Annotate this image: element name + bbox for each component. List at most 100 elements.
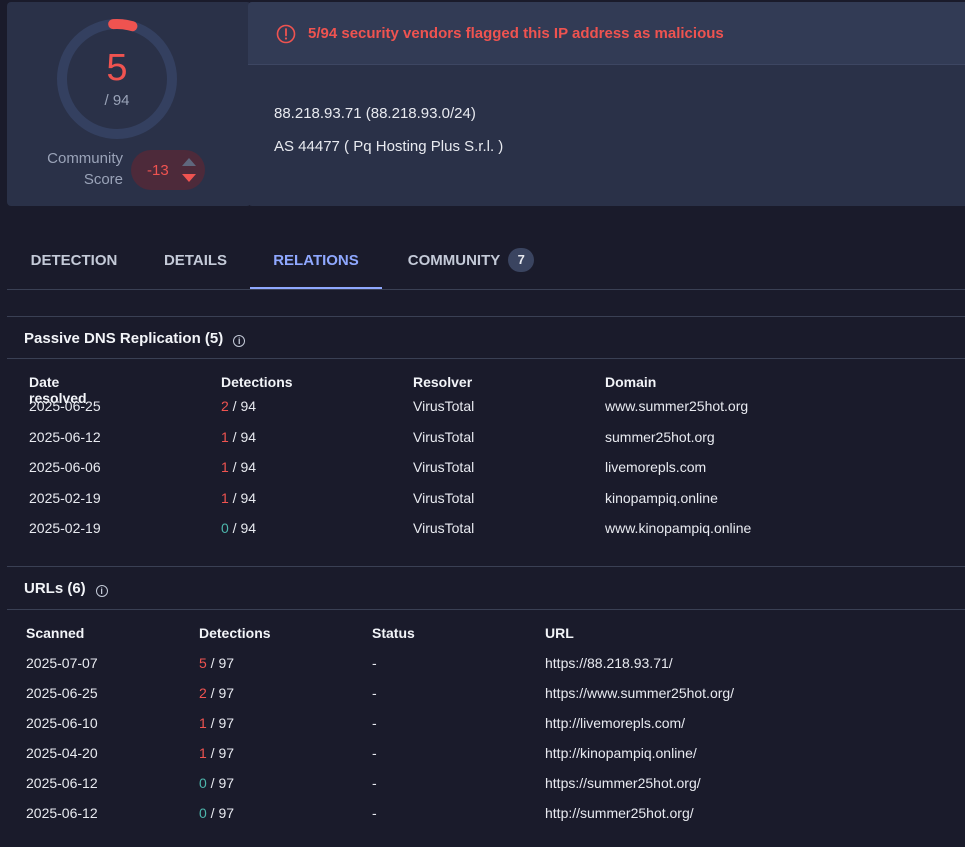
vote-down-icon[interactable] (182, 174, 196, 182)
passive-dns-title: Passive DNS Replication (5) i (24, 330, 246, 347)
as-owner: AS 44477 ( Pq Hosting Plus S.r.l. ) (274, 138, 504, 155)
date-resolved: 2025-06-25 (29, 398, 101, 414)
domain-link[interactable]: summer25hot.org (605, 429, 715, 445)
url-link[interactable]: https://88.218.93.71/ (545, 655, 673, 671)
detections-cell[interactable]: 2 / 97 (199, 685, 234, 701)
detections-cell[interactable]: 0 / 97 (199, 805, 234, 821)
url-link[interactable]: http://summer25hot.org/ (545, 805, 694, 821)
tab-bar: DETECTION DETAILS RELATIONS COMMUNITY 7 (7, 236, 965, 290)
detections-total: / 97 (206, 805, 235, 821)
column-header: Status (372, 625, 415, 641)
detections-cell[interactable]: 0 / 97 (199, 775, 234, 791)
detections-total: / 97 (206, 685, 235, 701)
tab-relations[interactable]: RELATIONS (250, 236, 382, 289)
scanned-date: 2025-06-10 (26, 715, 98, 731)
detections-count: 0 (199, 805, 207, 821)
alert-text: 5/94 security vendors flagged this IP ad… (308, 25, 724, 42)
detections-total: / 97 (206, 775, 235, 791)
info-icon[interactable]: i (95, 585, 108, 597)
url-link[interactable]: https://summer25hot.org/ (545, 775, 701, 791)
community-vote: -13 (131, 150, 205, 190)
detections-cell[interactable]: 1 / 94 (221, 490, 256, 506)
scanned-date: 2025-06-12 (26, 775, 98, 791)
community-score-value: -13 (147, 162, 169, 179)
detections-cell[interactable]: 1 / 94 (221, 429, 256, 445)
status: - (372, 775, 377, 791)
domain-link[interactable]: www.kinopampiq.online (605, 520, 751, 536)
date-resolved: 2025-06-12 (29, 429, 101, 445)
domain-link[interactable]: kinopampiq.online (605, 490, 718, 506)
scanned-date: 2025-06-12 (26, 805, 98, 821)
tab-community[interactable]: COMMUNITY 7 (382, 236, 560, 289)
column-header: Detections (221, 374, 293, 390)
community-count-badge: 7 (508, 248, 535, 273)
scanned-date: 2025-07-07 (26, 655, 98, 671)
alert-circle-icon (276, 24, 296, 44)
ip-address: 88.218.93.71 (88.218.93.0/24) (274, 105, 476, 122)
url-link[interactable]: http://kinopampiq.online/ (545, 745, 697, 761)
section-divider (7, 316, 965, 317)
detections-total: / 97 (206, 655, 235, 671)
tab-details[interactable]: DETAILS (141, 236, 250, 289)
status: - (372, 805, 377, 821)
detections-count: 0 (199, 775, 207, 791)
detections-total: / 97 (206, 715, 235, 731)
status: - (372, 715, 377, 731)
resolver: VirusTotal (413, 520, 475, 536)
detections-cell[interactable]: 1 / 97 (199, 745, 234, 761)
detections-count: 0 (221, 520, 229, 536)
status: - (372, 655, 377, 671)
resolver: VirusTotal (413, 490, 475, 506)
column-header: Scanned (26, 625, 85, 641)
detections-cell[interactable]: 1 / 94 (221, 459, 256, 475)
detections-count: 1 (199, 715, 207, 731)
url-link[interactable]: http://livemorepls.com/ (545, 715, 685, 731)
detections-cell[interactable]: 2 / 94 (221, 398, 256, 414)
detections-total: / 94 (228, 520, 257, 536)
urls-title: URLs (6) i (24, 580, 108, 597)
column-header: Resolver (413, 374, 473, 390)
detections-total: / 94 (228, 398, 257, 414)
domain-link[interactable]: livemorepls.com (605, 459, 706, 475)
detections-count: 1 (199, 745, 207, 761)
scanned-date: 2025-06-25 (26, 685, 98, 701)
detections-cell[interactable]: 0 / 94 (221, 520, 256, 536)
detections-total: / 94 (228, 490, 257, 506)
detection-score-card: 5 / 94 Community Score -13 (7, 2, 251, 206)
resolver: VirusTotal (413, 398, 475, 414)
detections-count: 2 (221, 398, 229, 414)
resolver: VirusTotal (413, 429, 475, 445)
detections-cell[interactable]: 5 / 97 (199, 655, 234, 671)
tab-detection[interactable]: DETECTION (7, 236, 141, 289)
vote-up-icon[interactable] (182, 158, 196, 166)
detections-total: / 94 (228, 429, 257, 445)
status: - (372, 745, 377, 761)
scanned-date: 2025-04-20 (26, 745, 98, 761)
detections-count: 1 (221, 459, 229, 475)
section-divider (7, 609, 965, 610)
column-header: URL (545, 625, 574, 641)
detections-cell[interactable]: 1 / 97 (199, 715, 234, 731)
url-link[interactable]: https://www.summer25hot.org/ (545, 685, 734, 701)
resolver: VirusTotal (413, 459, 475, 475)
detection-count: 5 (106, 47, 128, 89)
ip-info-card: 5/94 security vendors flagged this IP ad… (248, 2, 965, 206)
column-header: Domain (605, 374, 657, 390)
detections-count: 2 (199, 685, 207, 701)
malicious-alert: 5/94 security vendors flagged this IP ad… (248, 2, 965, 65)
date-resolved: 2025-02-19 (29, 520, 101, 536)
section-divider (7, 358, 965, 359)
community-score-label: Community Score (47, 150, 123, 188)
column-header: Detections (199, 625, 271, 641)
info-icon[interactable]: i (233, 335, 246, 347)
detections-count: 1 (221, 490, 229, 506)
detection-total: / 94 (104, 92, 130, 109)
status: - (372, 685, 377, 701)
domain-link[interactable]: www.summer25hot.org (605, 398, 748, 414)
detections-total: / 97 (206, 745, 235, 761)
section-divider (7, 566, 965, 567)
date-resolved: 2025-02-19 (29, 490, 101, 506)
detections-total: / 94 (228, 459, 257, 475)
detections-count: 5 (199, 655, 207, 671)
date-resolved: 2025-06-06 (29, 459, 101, 475)
